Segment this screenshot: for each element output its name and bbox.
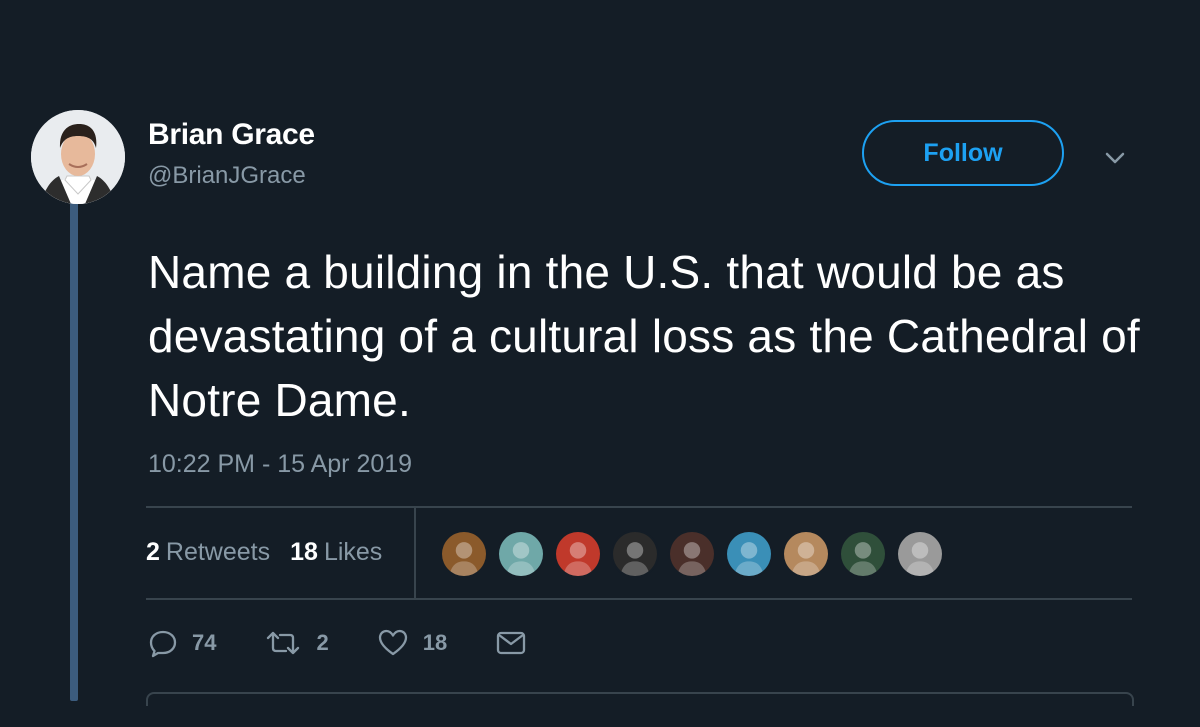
like-count: 18 [422, 630, 448, 655]
user-avatar-icon [841, 532, 885, 576]
liker-avatar[interactable] [839, 530, 887, 578]
direct-message-button[interactable] [495, 628, 527, 658]
heart-icon [378, 629, 407, 656]
retweet-count: 2 [316, 630, 329, 655]
envelope-icon [497, 631, 526, 655]
reply-button[interactable]: 74 [148, 628, 216, 658]
reply-composer-edge [146, 692, 1134, 706]
divider-bottom [146, 598, 1132, 600]
tweet-text: Name a building in the U.S. that would b… [148, 246, 1140, 426]
divider-vertical [414, 508, 416, 598]
user-avatar-icon [727, 532, 771, 576]
likes-count: 18 [290, 538, 318, 566]
likes-label: Likes [323, 538, 383, 566]
liker-avatar[interactable] [497, 530, 545, 578]
retweet-button[interactable]: 2 [264, 628, 329, 658]
reply-count: 74 [192, 630, 217, 655]
thread-line [70, 196, 78, 701]
liker-avatar[interactable] [440, 530, 488, 578]
liker-avatar[interactable] [896, 530, 944, 578]
user-avatar-icon [898, 532, 942, 576]
retweets-count: 2 [146, 538, 160, 566]
user-avatar-icon [670, 532, 714, 576]
liker-avatar[interactable] [668, 530, 716, 578]
author-handle[interactable]: @BrianJGrace [148, 162, 306, 190]
action-bar: 74 2 18 [148, 628, 575, 658]
user-avatar-icon [442, 532, 486, 576]
liker-avatar[interactable] [611, 530, 659, 578]
retweet-icon [267, 631, 300, 655]
liker-avatar[interactable] [725, 530, 773, 578]
chevron-down-icon[interactable] [1102, 148, 1128, 168]
user-avatar-icon [556, 532, 600, 576]
liker-avatar[interactable] [554, 530, 602, 578]
liker-avatar[interactable] [782, 530, 830, 578]
user-avatar-icon [784, 532, 828, 576]
user-avatar-icon [499, 532, 543, 576]
tweet-timestamp[interactable]: 10:22 PM - 15 Apr 2019 [148, 450, 412, 479]
engagement-stats: 2 Retweets 18 Likes [146, 538, 382, 567]
retweets-label: Retweets [165, 538, 271, 566]
profile-photo-icon [31, 110, 125, 204]
retweets-stat[interactable]: 2 Retweets [146, 538, 270, 567]
reply-icon [149, 630, 177, 658]
user-avatar-icon [613, 532, 657, 576]
like-button[interactable]: 18 [377, 628, 447, 658]
likes-stat[interactable]: 18 Likes [290, 538, 382, 567]
divider-top [146, 506, 1132, 508]
author-name[interactable]: Brian Grace [148, 118, 315, 152]
liker-avatars [440, 530, 953, 578]
follow-button[interactable]: Follow [862, 120, 1064, 186]
author-avatar[interactable] [31, 110, 125, 204]
